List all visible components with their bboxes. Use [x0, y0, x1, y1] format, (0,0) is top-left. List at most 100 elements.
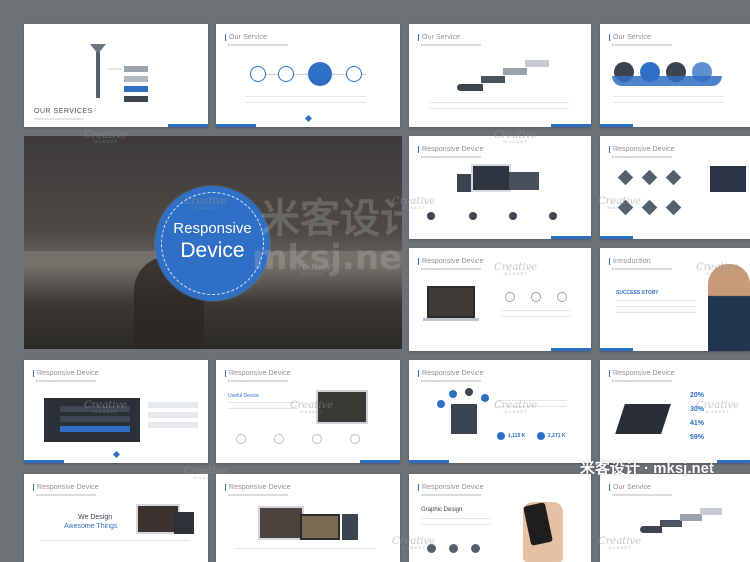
- content-line: [421, 524, 491, 525]
- subtitle-line: [421, 380, 481, 382]
- slide-label: OUR SERVICES: [34, 108, 93, 115]
- slide-title: Responsive Device: [418, 370, 484, 377]
- slide-thumbnail[interactable]: Responsive Device Graphic Design: [409, 474, 591, 562]
- accent-bar: [167, 124, 208, 127]
- accent-bar: [600, 124, 633, 127]
- tablet-device: [342, 514, 358, 540]
- slide-heading: We Design: [78, 514, 113, 521]
- site-watermark: 米客设计 · mksj.net: [579, 460, 714, 477]
- slide-title: Responsive Device: [33, 484, 99, 491]
- slide-title: Introduction: [609, 258, 651, 265]
- subtitle-line: [36, 494, 96, 496]
- slide-thumbnail[interactable]: Responsive Device: [409, 136, 591, 239]
- accent-bar: [550, 124, 591, 127]
- step-arrow: [457, 84, 483, 91]
- accent-bar: [24, 460, 65, 463]
- content-line: [228, 408, 298, 409]
- slide-title: Responsive Device: [225, 370, 291, 377]
- diamond-icon: [112, 450, 121, 459]
- content-line: [616, 306, 696, 307]
- step-arrow: [525, 60, 549, 67]
- feature-icon: [469, 212, 477, 220]
- content-line: [614, 96, 724, 97]
- subtitle-line: [228, 494, 288, 496]
- subtitle-line: [421, 268, 481, 270]
- content-line: [501, 310, 571, 311]
- hero-title-line1: Responsive: [173, 220, 252, 237]
- subtitle-line: [612, 44, 672, 46]
- laptop-base: [423, 318, 479, 321]
- slide-subheading: SUCCESS STORY: [616, 290, 659, 296]
- monitor-device: [258, 506, 304, 540]
- subtitle-line: [612, 268, 672, 270]
- content-line: [614, 102, 724, 103]
- content-line: [429, 108, 569, 109]
- creative-market-watermark: Creative MARKET: [494, 130, 538, 144]
- creative-market-watermark: Creative MARKET: [696, 262, 740, 276]
- diamond-tile: [641, 169, 658, 186]
- app-icon: [481, 394, 489, 402]
- monitor-device: [710, 166, 746, 192]
- slide-thumbnail[interactable]: Responsive Device We Design Awesome Thin…: [24, 474, 208, 562]
- step-arrow: [481, 76, 505, 83]
- slide-title: Our Service: [609, 484, 651, 491]
- diamond-tile: [665, 169, 682, 186]
- content-line: [108, 68, 122, 70]
- feature-icon: [350, 434, 360, 444]
- label-bar: [124, 76, 148, 82]
- feature-icon: [471, 544, 480, 553]
- slide-thumbnail[interactable]: Our Service: [216, 24, 400, 127]
- label-bar: [124, 86, 148, 92]
- diamond-tile: [665, 199, 682, 216]
- accent-bar: [600, 236, 633, 239]
- label-bar: [124, 96, 148, 102]
- slide-title: Responsive Device: [418, 146, 484, 153]
- slide-thumbnail[interactable]: Our Service: [600, 24, 750, 127]
- diamond-icon: [304, 114, 313, 123]
- slide-subheading: Graphic Design: [421, 507, 463, 513]
- feature-icon: [531, 292, 541, 302]
- slide-thumbnail[interactable]: OUR SERVICES: [24, 24, 208, 127]
- slide-subheading: Useful Device: [228, 393, 259, 399]
- stat-percent: 59%: [690, 434, 705, 441]
- stat-value: 2,271 K: [548, 433, 566, 439]
- content-line: [616, 300, 696, 301]
- app-icon: [465, 388, 473, 396]
- creative-market-watermark: Creative MARKET: [598, 196, 642, 210]
- creative-market-watermark: Creative MARKET: [494, 400, 538, 414]
- stat-icon: [497, 432, 505, 440]
- accent-bar: [409, 460, 450, 463]
- slide-title: Our Service: [609, 34, 651, 41]
- watermark-text: 米客设计: [260, 196, 402, 242]
- accent-bar: [600, 348, 633, 351]
- creative-market-watermark: Creative MARKET: [290, 262, 334, 276]
- content-line: [148, 412, 198, 418]
- database-icon: [308, 62, 332, 86]
- accent-bar: [216, 124, 257, 127]
- slide-thumbnail[interactable]: Responsive Device: [216, 474, 400, 562]
- feature-icon: [236, 434, 246, 444]
- feature-icon: [312, 434, 322, 444]
- content-line: [246, 96, 366, 97]
- funnel-stem: [96, 52, 100, 98]
- slide-thumbnail[interactable]: Responsive Device: [600, 136, 750, 239]
- stat-value: 1,110 K: [508, 433, 526, 439]
- subtitle-line: [612, 494, 672, 496]
- feature-icon: [549, 212, 557, 220]
- subtitle-line: [421, 44, 481, 46]
- subtitle-line: [421, 494, 481, 496]
- step-arrow: [503, 68, 527, 75]
- service-icon: [346, 66, 362, 82]
- creative-market-watermark: Creative MARKET: [392, 536, 436, 550]
- app-icon: [437, 400, 445, 408]
- feature-icon: [509, 212, 517, 220]
- tablet-device: [451, 404, 477, 434]
- slide-thumbnail[interactable]: Our Service: [409, 24, 591, 127]
- desktop-device: [471, 164, 511, 192]
- slide-title: Responsive Device: [225, 484, 291, 491]
- wave-band: [612, 76, 722, 86]
- featured-slide[interactable]: Responsive Device 米客设计 mksj.net: [24, 136, 402, 349]
- creative-market-watermark: Creative MARKET: [84, 400, 128, 414]
- creative-market-watermark: Creative MARKET: [494, 262, 538, 276]
- stat-percent: 41%: [690, 420, 705, 427]
